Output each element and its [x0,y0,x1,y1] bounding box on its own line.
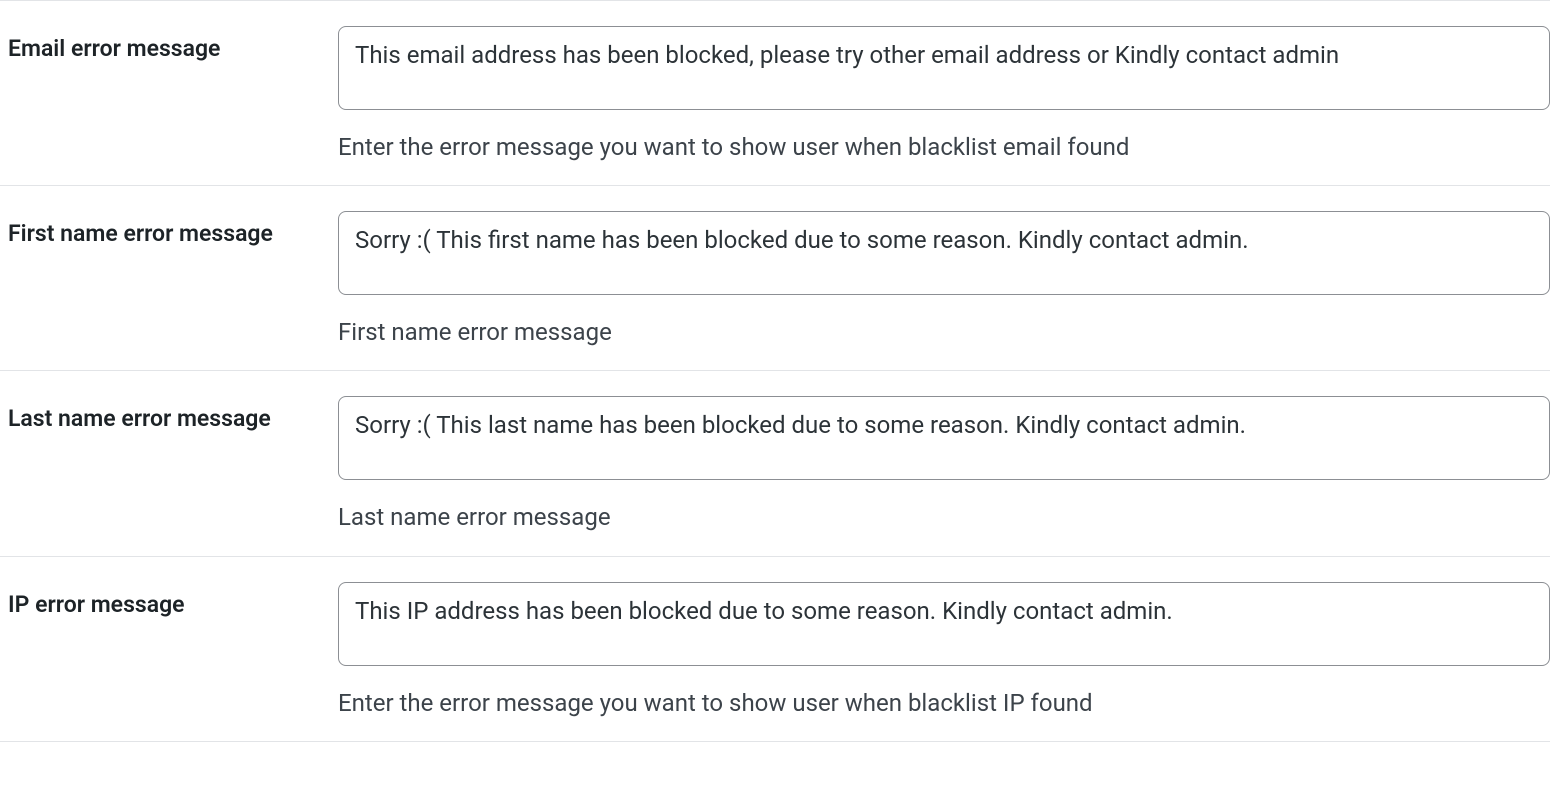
email-error-row: Email error message Enter the error mess… [0,1,1550,186]
settings-form-table: Email error message Enter the error mess… [0,0,1550,742]
first-name-error-help: First name error message [338,317,1550,348]
ip-error-help: Enter the error message you want to show… [338,688,1550,719]
last-name-error-input[interactable] [338,396,1550,480]
first-name-error-row: First name error message First name erro… [0,186,1550,371]
email-error-input[interactable] [338,26,1550,110]
last-name-error-label: Last name error message [8,405,271,432]
email-error-label: Email error message [8,35,220,62]
ip-error-input[interactable] [338,582,1550,666]
email-error-help: Enter the error message you want to show… [338,132,1550,163]
ip-error-row: IP error message Enter the error message… [0,556,1550,741]
last-name-error-row: Last name error message Last name error … [0,371,1550,556]
last-name-error-help: Last name error message [338,502,1550,533]
ip-error-label: IP error message [8,591,185,618]
first-name-error-label: First name error message [8,220,273,247]
first-name-error-input[interactable] [338,211,1550,295]
